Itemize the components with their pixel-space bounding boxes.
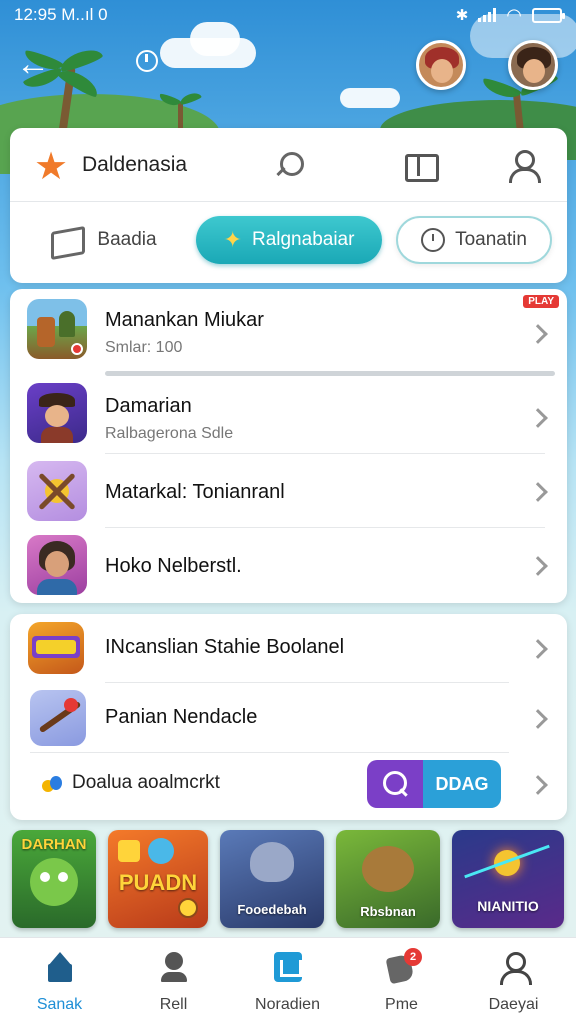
quick-search-button[interactable] (367, 760, 423, 808)
box-icon (49, 225, 83, 255)
nav-pme[interactable]: 2 Pme (344, 938, 459, 1024)
nav-daeyai[interactable]: Daeyai (456, 938, 571, 1024)
profile-icon[interactable] (506, 148, 541, 183)
game-thumbnail (27, 461, 87, 521)
chevron-right-icon (528, 775, 548, 795)
quick-search-row: Doalua aoalmcrkt DDAG (10, 754, 567, 814)
status-bar: 12:95 M..ıl 0 ✱ ◠ (0, 0, 576, 30)
list-item-title: Manankan Miukar (105, 309, 264, 331)
wifi-icon: ◠ (506, 4, 522, 25)
star-logo-icon (34, 144, 68, 189)
game-tile[interactable]: NIANITIO (452, 830, 564, 928)
library-icon (272, 952, 304, 984)
status-time: 12:95 M..ıl 0 (14, 5, 108, 24)
progress-bar (105, 371, 555, 376)
game-tile-label: DARHAN (21, 836, 87, 853)
tab-baadia[interactable]: Baadia (28, 216, 178, 264)
game-thumbnail (27, 383, 87, 443)
avatar-friend[interactable] (416, 40, 466, 90)
game-tile[interactable]: Fooedebah (220, 830, 324, 928)
tab-label: Toanatin (455, 229, 527, 250)
list-item-title: Hoko Nelberstl. (105, 555, 242, 577)
list-item-title: Panian Nendacle (105, 706, 258, 728)
map-icon[interactable] (402, 148, 439, 182)
game-tile[interactable]: PUADN (108, 830, 208, 928)
filter-tabs: Baadia ✦ Ralgnabaiar Toanatin (10, 212, 567, 272)
nav-rell[interactable]: Rell (116, 938, 231, 1024)
game-thumbnail (28, 622, 84, 674)
list-item[interactable]: Hoko Nelberstl. (10, 531, 567, 609)
tab-toanatin[interactable]: Toanatin (396, 216, 552, 264)
game-thumbnail (27, 299, 87, 359)
brand-name: Daldenasia (82, 152, 188, 176)
game-tile-label: NIANITIO (477, 898, 539, 914)
list-item[interactable]: INcanslian Stahie Boolanel (10, 616, 567, 682)
list-item-subtitle: Ralbagerona Sdle (105, 425, 234, 442)
signal-icon (478, 8, 497, 22)
chevron-right-icon (528, 639, 548, 659)
bottom-navigation: Sanak Rell Noradien 2 Pme Daeyai (0, 937, 576, 1024)
list-item[interactable]: Damarian Ralbagerona Sdle (10, 381, 567, 459)
brand-row: Daldenasia (10, 128, 567, 202)
featured-list-card: INcanslian Stahie Boolanel Panian Nendac… (10, 614, 567, 820)
tab-ralgnabaiar[interactable]: ✦ Ralgnabaiar (196, 216, 382, 264)
list-item-title: Damarian (105, 395, 192, 417)
header-card: Daldenasia Baadia ✦ Ralgnabaiar Toanatin (10, 128, 567, 283)
nav-label: Sanak (36, 996, 83, 1013)
bluetooth-icon: ✱ (455, 7, 469, 24)
game-tile[interactable]: Rbsbnan (336, 830, 440, 928)
chevron-right-icon (528, 556, 548, 576)
game-center-icon (40, 774, 64, 798)
game-tile[interactable]: DARHAN (12, 830, 96, 928)
nav-label: Daeyai (488, 996, 539, 1013)
chevron-right-icon (528, 709, 548, 729)
nav-label: Rell (159, 996, 188, 1013)
game-list-card: PLAY Manankan Miukar Smlar: 100 Damarian… (10, 289, 567, 603)
nav-label: Pme (385, 996, 418, 1013)
clock-icon (421, 228, 446, 252)
nav-home[interactable]: Sanak (2, 938, 117, 1024)
nav-noradien[interactable]: Noradien (230, 938, 345, 1024)
game-tiles-row: DARHAN PUADN Fooedebah Rbsbnan NIANITIO (0, 828, 576, 932)
list-item-title: Matarkal: Tonianranl (105, 481, 285, 503)
battery-icon (532, 7, 565, 23)
user-icon (498, 952, 532, 985)
game-tile-label: PUADN (118, 870, 198, 895)
notification-badge: 2 (404, 948, 422, 966)
drag-button[interactable]: DDAG (423, 760, 501, 808)
tab-label: Baadia (97, 229, 157, 250)
search-icon[interactable] (272, 148, 306, 182)
sparkle-icon: ✦ (223, 227, 242, 252)
nav-label: Noradien (255, 996, 320, 1013)
chevron-right-icon (528, 408, 548, 428)
list-item-subtitle: Smlar: 100 (105, 339, 183, 356)
game-thumbnail (30, 690, 86, 746)
person-icon (158, 952, 190, 984)
chevron-right-icon (528, 324, 548, 344)
game-tile-label: Fooedebah (237, 902, 307, 917)
tab-label: Ralgnabaiar (251, 229, 355, 250)
list-item[interactable]: Manankan Miukar Smlar: 100 (10, 293, 567, 376)
back-arrow-icon[interactable]: ← (16, 46, 52, 82)
game-thumbnail (27, 535, 87, 595)
quick-search-label: Doalua aoalmcrkt (72, 772, 220, 793)
chevron-right-icon (528, 482, 548, 502)
game-tile-label: Rbsbnan (360, 904, 416, 919)
list-item-title: INcanslian Stahie Boolanel (105, 636, 345, 658)
timer-icon[interactable] (136, 50, 158, 72)
list-item[interactable]: Matarkal: Tonianranl (10, 457, 567, 535)
avatar-user[interactable] (508, 40, 558, 90)
list-item[interactable]: Panian Nendacle (10, 686, 567, 752)
home-icon (44, 952, 76, 984)
